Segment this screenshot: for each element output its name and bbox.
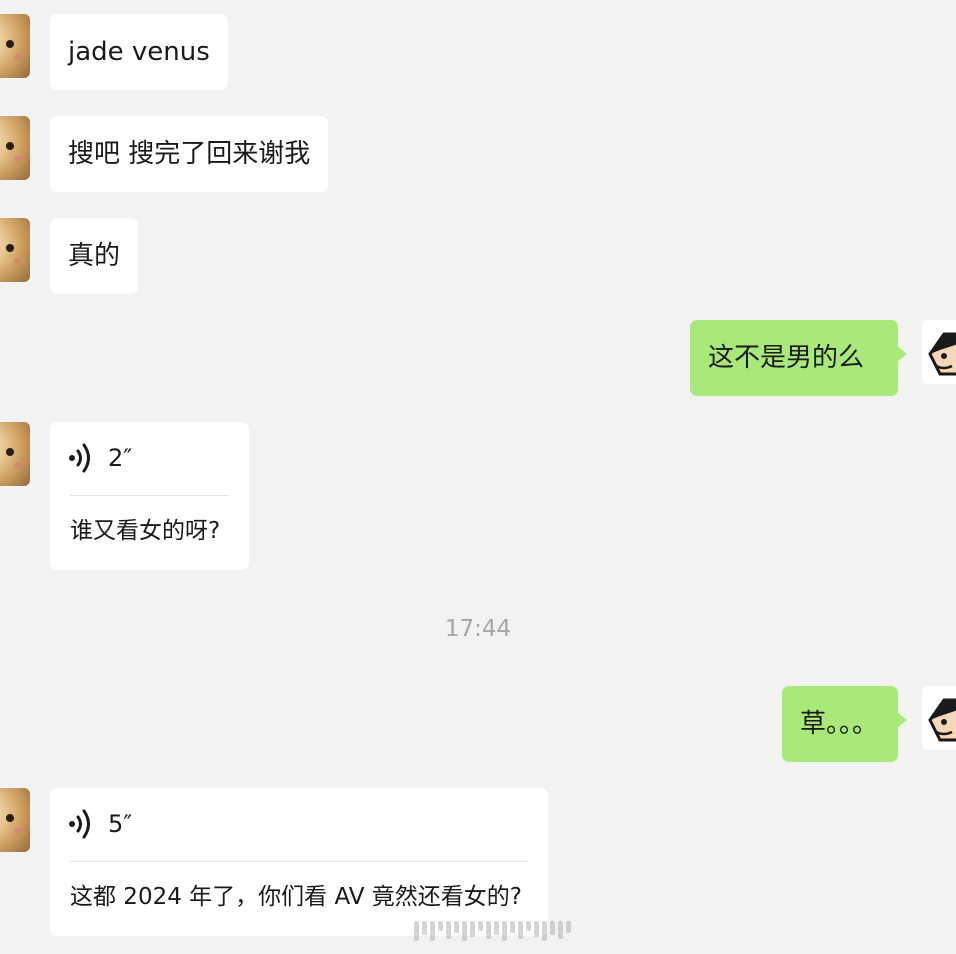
message-bubble[interactable]: 搜吧 搜完了回来谢我 <box>50 116 329 192</box>
voice-transcript: 这都 2024 年了，你们看 AV 竟然还看女的? <box>70 884 522 910</box>
voice-transcript: 谁又看女的呀? <box>70 518 221 544</box>
transcript-divider <box>70 861 528 862</box>
message-text: 草。。。 <box>800 709 879 739</box>
message-text: 搜吧 搜完了回来谢我 <box>68 139 311 169</box>
avatar-eye <box>6 814 14 822</box>
voice-message[interactable]: 2″ 谁又看女的呀? <box>50 422 249 570</box>
avatar-eye <box>6 448 14 456</box>
avatar-nose <box>14 258 24 264</box>
message-text: 真的 <box>68 241 121 271</box>
my-avatar[interactable] <box>922 320 956 384</box>
avatar-eye <box>6 244 14 252</box>
contact-avatar[interactable] <box>0 218 30 282</box>
voice-message[interactable]: 5″ 这都 2024 年了，你们看 AV 竟然还看女的? <box>50 788 548 936</box>
contact-avatar[interactable] <box>0 14 30 78</box>
message-text: jade venus <box>68 37 210 67</box>
avatar-nose <box>14 828 24 834</box>
my-avatar[interactable] <box>922 686 956 750</box>
avatar-eye <box>6 40 14 48</box>
message-bubble[interactable]: 真的 <box>50 218 139 294</box>
contact-avatar[interactable] <box>0 788 30 852</box>
message-bubble[interactable]: jade venus <box>50 14 228 90</box>
contact-avatar[interactable] <box>0 422 30 486</box>
avatar-nose <box>14 156 24 162</box>
voice-duration: 5″ <box>108 810 133 838</box>
avatar-nose <box>14 54 24 60</box>
cartoon-face-icon <box>922 320 956 384</box>
voice-play-row[interactable]: 5″ <box>68 806 132 842</box>
voice-wave-icon <box>69 809 90 839</box>
voice-wave-icon <box>69 443 90 473</box>
voice-play-row[interactable]: 2″ <box>68 440 132 476</box>
transcript-divider <box>70 495 229 496</box>
cartoon-face-icon <box>922 686 956 750</box>
avatar-nose <box>14 462 24 468</box>
outgoing-message-bubble[interactable]: 这不是男的么 <box>690 320 907 396</box>
outgoing-message-bubble[interactable]: 草。。。 <box>782 686 907 762</box>
watermark <box>414 921 571 941</box>
message-text: 这不是男的么 <box>708 343 865 373</box>
voice-duration: 2″ <box>108 444 133 472</box>
chat-timestamp: 17:44 <box>444 616 512 642</box>
avatar-eye <box>6 142 14 150</box>
contact-avatar[interactable] <box>0 116 30 180</box>
